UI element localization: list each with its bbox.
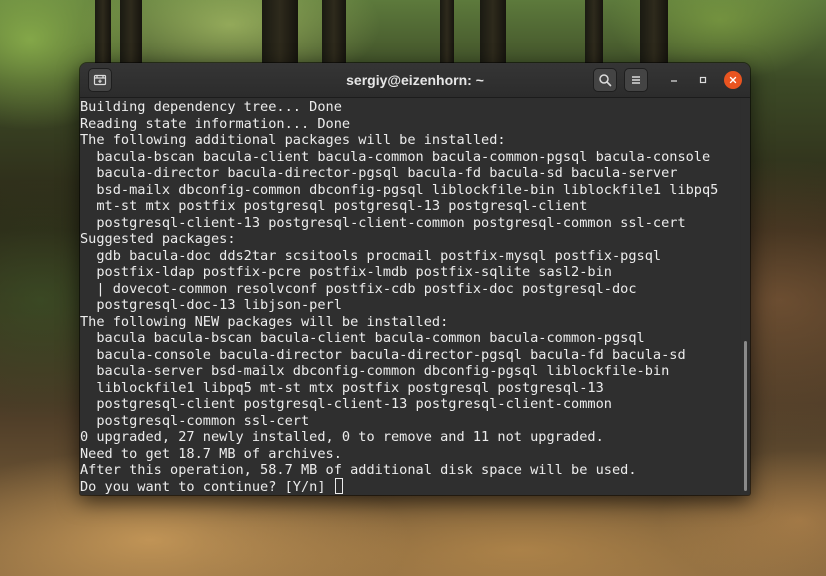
terminal-line: bacula bacula-bscan bacula-client bacula…: [80, 330, 645, 346]
terminal-line: The following NEW packages will be insta…: [80, 313, 449, 330]
terminal-window[interactable]: sergiy@eizenhorn: ~ Building dependency …: [80, 63, 750, 495]
terminal-output[interactable]: Building dependency tree... Done Reading…: [80, 98, 740, 495]
background-tree-trunk: [322, 0, 346, 70]
background-tree-trunk: [262, 0, 298, 70]
terminal-line: postgresql-doc-13 libjson-perl: [80, 297, 342, 313]
background-tree-trunk: [640, 0, 668, 70]
terminal-line: postgresql-client-13 postgresql-client-c…: [80, 214, 686, 231]
terminal-line: | dovecot-common resolvconf postfix-cdb …: [80, 280, 637, 297]
minimize-button[interactable]: [665, 71, 683, 89]
terminal-line: Need to get 18.7 MB of archives.: [80, 445, 342, 462]
maximize-button[interactable]: [694, 71, 712, 89]
terminal-line: 0 upgraded, 27 newly installed, 0 to rem…: [80, 429, 604, 445]
terminal-headerbar[interactable]: sergiy@eizenhorn: ~: [80, 63, 750, 98]
terminal-line: liblockfile1 libpq5 mt-st mtx postfix po…: [80, 379, 604, 396]
terminal-line: bacula-bscan bacula-client bacula-common…: [80, 148, 711, 165]
terminal-line: Building dependency tree... Done: [80, 99, 342, 115]
terminal-line: Reading state information... Done: [80, 115, 351, 132]
terminal-line: bacula-server bsd-mailx dbconfig-common …: [80, 363, 670, 379]
terminal-line: postfix-ldap postfix-pcre postfix-lmdb p…: [80, 264, 612, 280]
search-button[interactable]: [593, 68, 617, 92]
background-tree-trunk: [120, 0, 142, 70]
terminal-line: After this operation, 58.7 MB of additio…: [80, 462, 637, 478]
terminal-cursor: [335, 478, 343, 494]
new-tab-button[interactable]: [88, 68, 112, 92]
terminal-line: The following additional packages will b…: [80, 132, 506, 148]
terminal-line: bacula-console bacula-director bacula-di…: [80, 346, 686, 363]
terminal-line: gdb bacula-doc dds2tar scsitools procmai…: [80, 247, 662, 264]
background-tree-trunk: [585, 0, 603, 70]
terminal-line: mt-st mtx postfix postgresql postgresql-…: [80, 198, 588, 214]
close-button[interactable]: [724, 71, 742, 89]
terminal-line: postgresql-client postgresql-client-13 p…: [80, 396, 612, 412]
background-tree-trunk: [480, 0, 506, 70]
terminal-line: postgresql-common ssl-cert: [80, 412, 310, 429]
terminal-line: Suggested packages:: [80, 231, 236, 247]
window-title: sergiy@eizenhorn: ~: [346, 72, 484, 88]
terminal-prompt-line: Do you want to continue? [Y/n]: [80, 478, 334, 495]
menu-button[interactable]: [624, 68, 648, 92]
terminal-line: bsd-mailx dbconfig-common dbconfig-pgsql…: [80, 181, 719, 198]
terminal-line: bacula-director bacula-director-pgsql ba…: [80, 165, 678, 181]
background-tree-trunk: [440, 0, 454, 70]
scrollbar-thumb[interactable]: [744, 341, 747, 491]
background-tree-trunk: [95, 0, 111, 70]
